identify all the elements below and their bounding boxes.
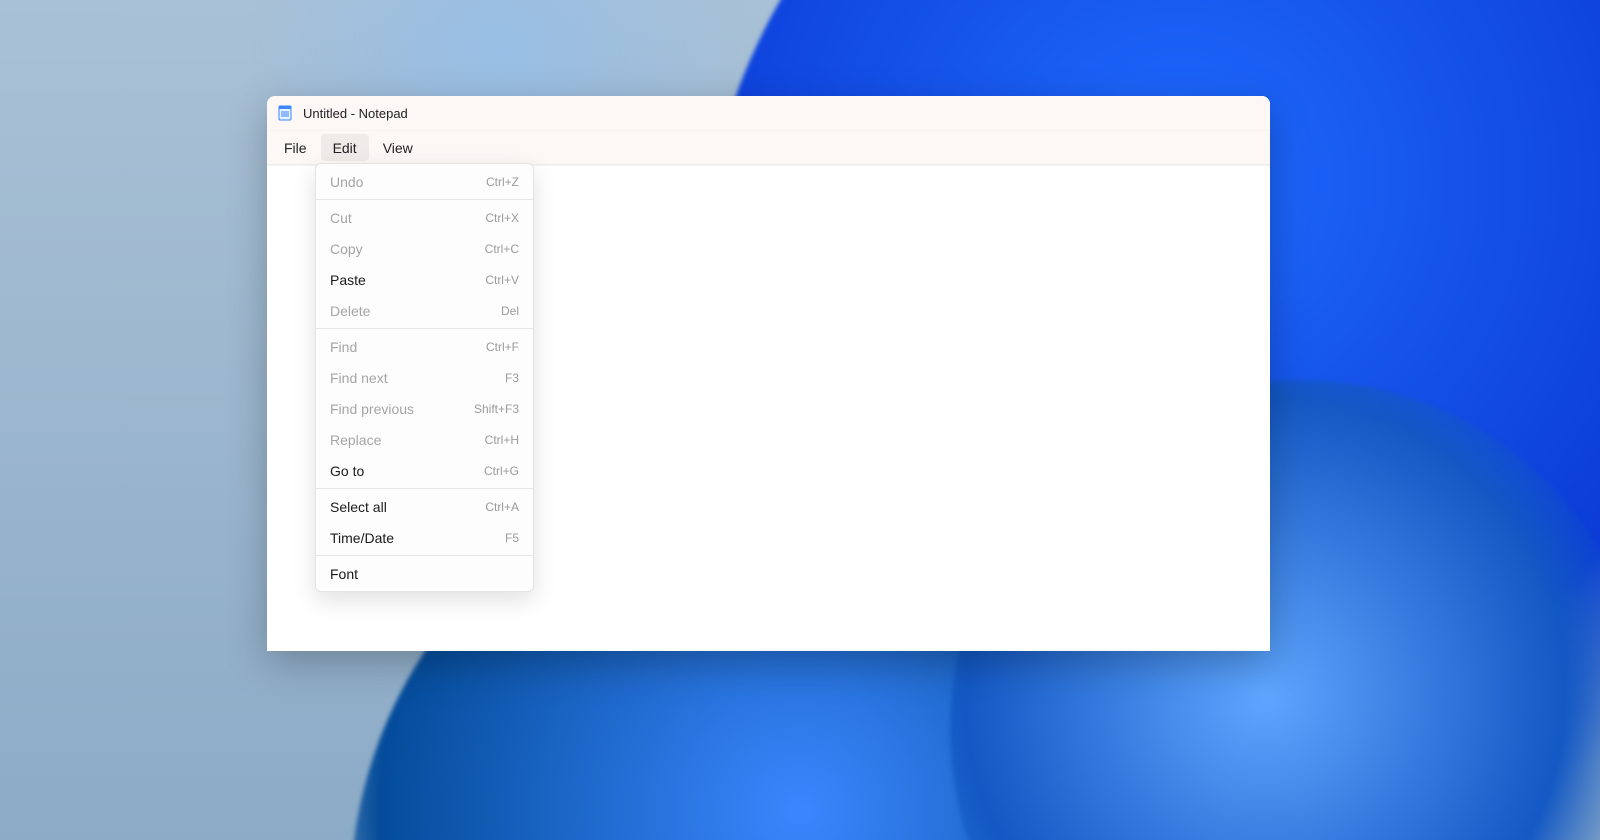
menu-item-time-date[interactable]: Time/Date F5: [316, 522, 533, 553]
menu-item-label: Copy: [330, 241, 363, 257]
menu-edit[interactable]: Edit: [321, 134, 369, 161]
menu-item-copy[interactable]: Copy Ctrl+C: [316, 233, 533, 264]
menu-item-select-all[interactable]: Select all Ctrl+A: [316, 491, 533, 522]
menu-item-replace[interactable]: Replace Ctrl+H: [316, 424, 533, 455]
titlebar[interactable]: Untitled - Notepad: [267, 96, 1270, 131]
menu-item-label: Go to: [330, 463, 364, 479]
menu-separator: [316, 199, 533, 200]
menu-item-shortcut: F5: [505, 531, 519, 545]
menu-item-shortcut: Ctrl+G: [484, 464, 519, 478]
menu-item-shortcut: Ctrl+H: [485, 433, 519, 447]
menu-item-label: Find: [330, 339, 357, 355]
menu-item-shortcut: F3: [505, 371, 519, 385]
menu-item-label: Select all: [330, 499, 387, 515]
menu-separator: [316, 555, 533, 556]
menu-separator: [316, 328, 533, 329]
menu-item-shortcut: Ctrl+F: [486, 340, 519, 354]
menu-item-shortcut: Ctrl+C: [485, 242, 519, 256]
menu-item-find-next[interactable]: Find next F3: [316, 362, 533, 393]
menu-item-delete[interactable]: Delete Del: [316, 295, 533, 326]
menu-item-label: Find previous: [330, 401, 414, 417]
menu-item-font[interactable]: Font: [316, 558, 533, 589]
menu-item-shortcut: Del: [501, 304, 519, 318]
notepad-window: Untitled - Notepad File Edit View Undo C…: [267, 96, 1270, 651]
menubar: File Edit View: [267, 131, 1270, 165]
menu-item-undo[interactable]: Undo Ctrl+Z: [316, 166, 533, 197]
menu-item-label: Cut: [330, 210, 352, 226]
menu-file[interactable]: File: [272, 134, 319, 161]
menu-item-shortcut: Ctrl+V: [485, 273, 519, 287]
menu-item-label: Replace: [330, 432, 381, 448]
menu-item-shortcut: Shift+F3: [474, 402, 519, 416]
menu-separator: [316, 488, 533, 489]
window-title: Untitled - Notepad: [303, 106, 408, 121]
menu-item-label: Delete: [330, 303, 370, 319]
menu-item-cut[interactable]: Cut Ctrl+X: [316, 202, 533, 233]
desktop-wallpaper: Untitled - Notepad File Edit View Undo C…: [0, 0, 1600, 840]
menu-item-paste[interactable]: Paste Ctrl+V: [316, 264, 533, 295]
menu-item-find-previous[interactable]: Find previous Shift+F3: [316, 393, 533, 424]
menu-item-shortcut: Ctrl+Z: [486, 175, 519, 189]
menu-item-label: Font: [330, 566, 358, 582]
menu-item-label: Paste: [330, 272, 366, 288]
notepad-icon: [277, 105, 293, 121]
menu-item-shortcut: Ctrl+X: [485, 211, 519, 225]
edit-dropdown-menu: Undo Ctrl+Z Cut Ctrl+X Copy Ctrl+C Paste…: [315, 163, 534, 592]
menu-item-find[interactable]: Find Ctrl+F: [316, 331, 533, 362]
menu-item-shortcut: Ctrl+A: [485, 500, 519, 514]
menu-item-label: Undo: [330, 174, 363, 190]
menu-view[interactable]: View: [371, 134, 425, 161]
menu-item-label: Find next: [330, 370, 388, 386]
menu-item-goto[interactable]: Go to Ctrl+G: [316, 455, 533, 486]
menu-item-label: Time/Date: [330, 530, 394, 546]
